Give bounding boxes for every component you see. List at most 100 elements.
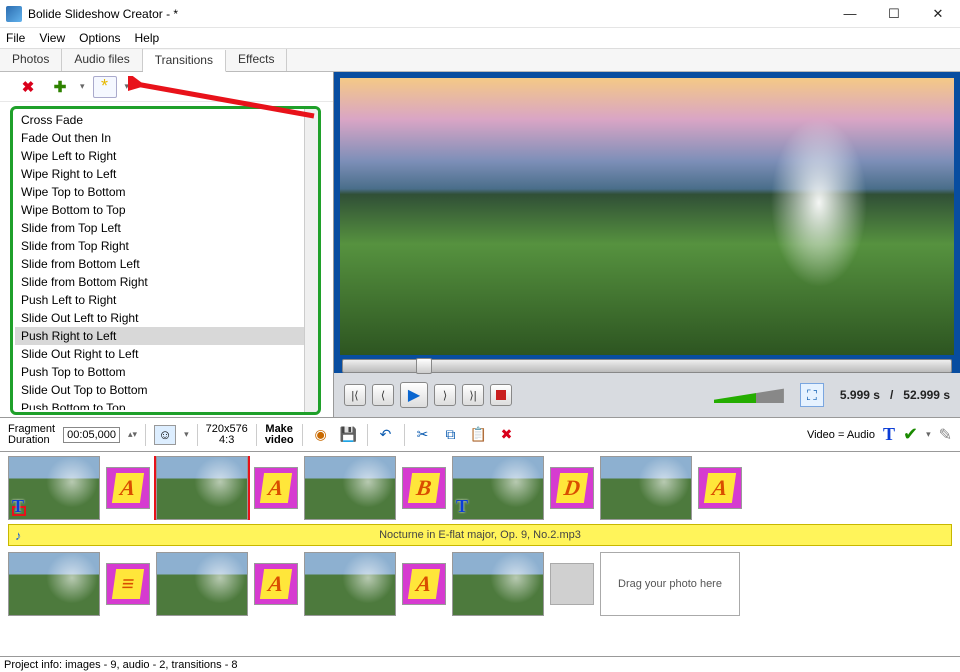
stop-button[interactable] [490, 384, 512, 406]
app-icon [6, 6, 22, 22]
add-transition-button[interactable]: ✚ [48, 76, 72, 98]
clip-thumb[interactable]: T [8, 456, 100, 520]
clip-thumb[interactable] [8, 552, 100, 616]
transition-option[interactable]: Slide from Bottom Left [15, 255, 316, 273]
tab-transitions[interactable]: Transitions [143, 50, 226, 72]
seek-bar[interactable] [342, 359, 952, 373]
clip-thumb[interactable]: T [452, 456, 544, 520]
brush-button[interactable]: ✎ [939, 425, 952, 445]
titlebar: Bolide Slideshow Creator - * — ☐ ✕ [0, 0, 960, 28]
random-dropdown-caret[interactable]: ▾ [125, 81, 130, 92]
time-total: 52.999 s [903, 388, 950, 402]
transitions-scrollbar[interactable] [304, 109, 318, 412]
transitions-toolbar: ✖ ✚ ▾ * ▾ [0, 72, 333, 102]
status-text: Project info: images - 9, audio - 2, tra… [4, 659, 238, 671]
tab-photos[interactable]: Photos [0, 49, 62, 71]
transition-thumb[interactable]: A [106, 467, 150, 509]
clip-thumb[interactable] [304, 552, 396, 616]
window-title: Bolide Slideshow Creator - * [28, 7, 828, 21]
last-button[interactable]: ⟩| [462, 384, 484, 406]
transition-thumb[interactable]: A [698, 467, 742, 509]
transition-option[interactable]: Cross Fade [15, 111, 316, 129]
timeline[interactable]: T A A B T D A Nocturne in E-flat major, … [0, 452, 960, 616]
transition-thumb[interactable]: A [254, 467, 298, 509]
transition-option[interactable]: Push Left to Right [15, 291, 316, 309]
tab-effects[interactable]: Effects [226, 49, 287, 71]
first-button[interactable]: |⟨ [344, 384, 366, 406]
duration-stepper[interactable]: ▴▾ [128, 429, 137, 440]
transition-option[interactable]: Slide Out Right to Left [15, 345, 316, 363]
random-transition-button[interactable]: * [93, 76, 117, 98]
menu-view[interactable]: View [39, 31, 65, 45]
seek-thumb[interactable] [416, 358, 432, 374]
transition-thumb[interactable]: A [254, 563, 298, 605]
transition-option[interactable]: Push Top to Bottom [15, 363, 316, 381]
photo-drop-slot[interactable]: Drag your photo here [600, 552, 740, 616]
transition-drop-slot[interactable] [550, 563, 594, 605]
transition-option[interactable]: Wipe Top to Bottom [15, 183, 316, 201]
audio-clip-label: Nocturne in E-flat major, Op. 9, No.2.mp… [379, 529, 581, 541]
timeline-row-2: ≡ A A Drag your photo here [8, 552, 952, 616]
transition-option[interactable]: Wipe Bottom to Top [15, 201, 316, 219]
transition-thumb[interactable]: B [402, 467, 446, 509]
transition-option[interactable]: Wipe Left to Right [15, 147, 316, 165]
menu-help[interactable]: Help [135, 31, 160, 45]
preview-image [340, 78, 954, 355]
transition-thumb[interactable]: D [550, 467, 594, 509]
transition-option[interactable]: Slide from Top Left [15, 219, 316, 237]
delete-button[interactable]: ✖ [497, 425, 517, 445]
transitions-list[interactable]: Cross FadeFade Out then InWipe Left to R… [15, 111, 316, 410]
paste-button[interactable]: 📋 [469, 425, 489, 445]
video-audio-label: Video = Audio [807, 429, 875, 441]
preview-panel: |⟨ ⟨ ▶ ⟩ ⟩| ⛶ 5.999 s / 52.999 s [334, 72, 960, 417]
record-button[interactable]: ◉ [311, 425, 331, 445]
audio-track[interactable]: Nocturne in E-flat major, Op. 9, No.2.mp… [8, 524, 952, 546]
transition-thumb[interactable]: A [402, 563, 446, 605]
fragment-duration-label: Fragment Duration [8, 424, 55, 446]
next-button[interactable]: ⟩ [434, 384, 456, 406]
maximize-button[interactable]: ☐ [872, 0, 916, 28]
time-separator: / [890, 388, 893, 402]
transition-option[interactable]: Push Right to Left [15, 327, 316, 345]
transition-option[interactable]: Slide from Top Right [15, 237, 316, 255]
text-tool-button[interactable]: T [883, 424, 895, 445]
add-dropdown-caret[interactable]: ▾ [80, 81, 85, 92]
undo-button[interactable]: ↶ [376, 425, 396, 445]
transitions-panel: ✖ ✚ ▾ * ▾ Cross FadeFade Out then InWipe… [0, 72, 334, 417]
clip-thumb[interactable] [452, 552, 544, 616]
copy-button[interactable]: ⧉ [441, 425, 461, 445]
minimize-button[interactable]: — [828, 0, 872, 28]
make-video-button[interactable]: Make video [265, 424, 294, 446]
tab-audio[interactable]: Audio files [62, 49, 142, 71]
status-bar: Project info: images - 9, audio - 2, tra… [0, 656, 960, 672]
close-button[interactable]: ✕ [916, 0, 960, 28]
time-current: 5.999 s [840, 388, 880, 402]
fragment-duration-input[interactable]: 00:05,000 [63, 427, 120, 443]
transition-option[interactable]: Wipe Right to Left [15, 165, 316, 183]
menu-file[interactable]: File [6, 31, 25, 45]
delete-transition-button[interactable]: ✖ [16, 76, 40, 98]
timeline-row-1: T A A B T D A [8, 456, 952, 520]
clip-thumb[interactable] [156, 456, 248, 520]
play-button[interactable]: ▶ [400, 382, 428, 408]
clip-thumb[interactable] [156, 552, 248, 616]
transition-option[interactable]: Push Bottom to Top [15, 399, 316, 410]
transition-thumb[interactable]: ≡ [106, 563, 150, 605]
transition-option[interactable]: Slide Out Left to Right [15, 309, 316, 327]
transition-option[interactable]: Fade Out then In [15, 129, 316, 147]
transition-option[interactable]: Slide from Bottom Right [15, 273, 316, 291]
transition-option[interactable]: Slide Out Top to Bottom [15, 381, 316, 399]
apply-button[interactable]: ✔ [903, 424, 918, 445]
fullscreen-button[interactable]: ⛶ [800, 383, 824, 407]
cut-button[interactable]: ✂ [413, 425, 433, 445]
prev-button[interactable]: ⟨ [372, 384, 394, 406]
volume-slider[interactable] [714, 387, 784, 403]
clip-thumb[interactable] [304, 456, 396, 520]
save-button[interactable]: 💾 [339, 425, 359, 445]
face-detect-button[interactable]: ☺ [154, 425, 176, 445]
clip-thumb[interactable] [600, 456, 692, 520]
timeline-toolbar: Fragment Duration 00:05,000 ▴▾ ☺ ▾ 720x5… [0, 418, 960, 452]
tabbar: Photos Audio files Transitions Effects [0, 48, 960, 72]
resolution-label: 720x576 4:3 [206, 424, 248, 446]
menu-options[interactable]: Options [79, 31, 120, 45]
